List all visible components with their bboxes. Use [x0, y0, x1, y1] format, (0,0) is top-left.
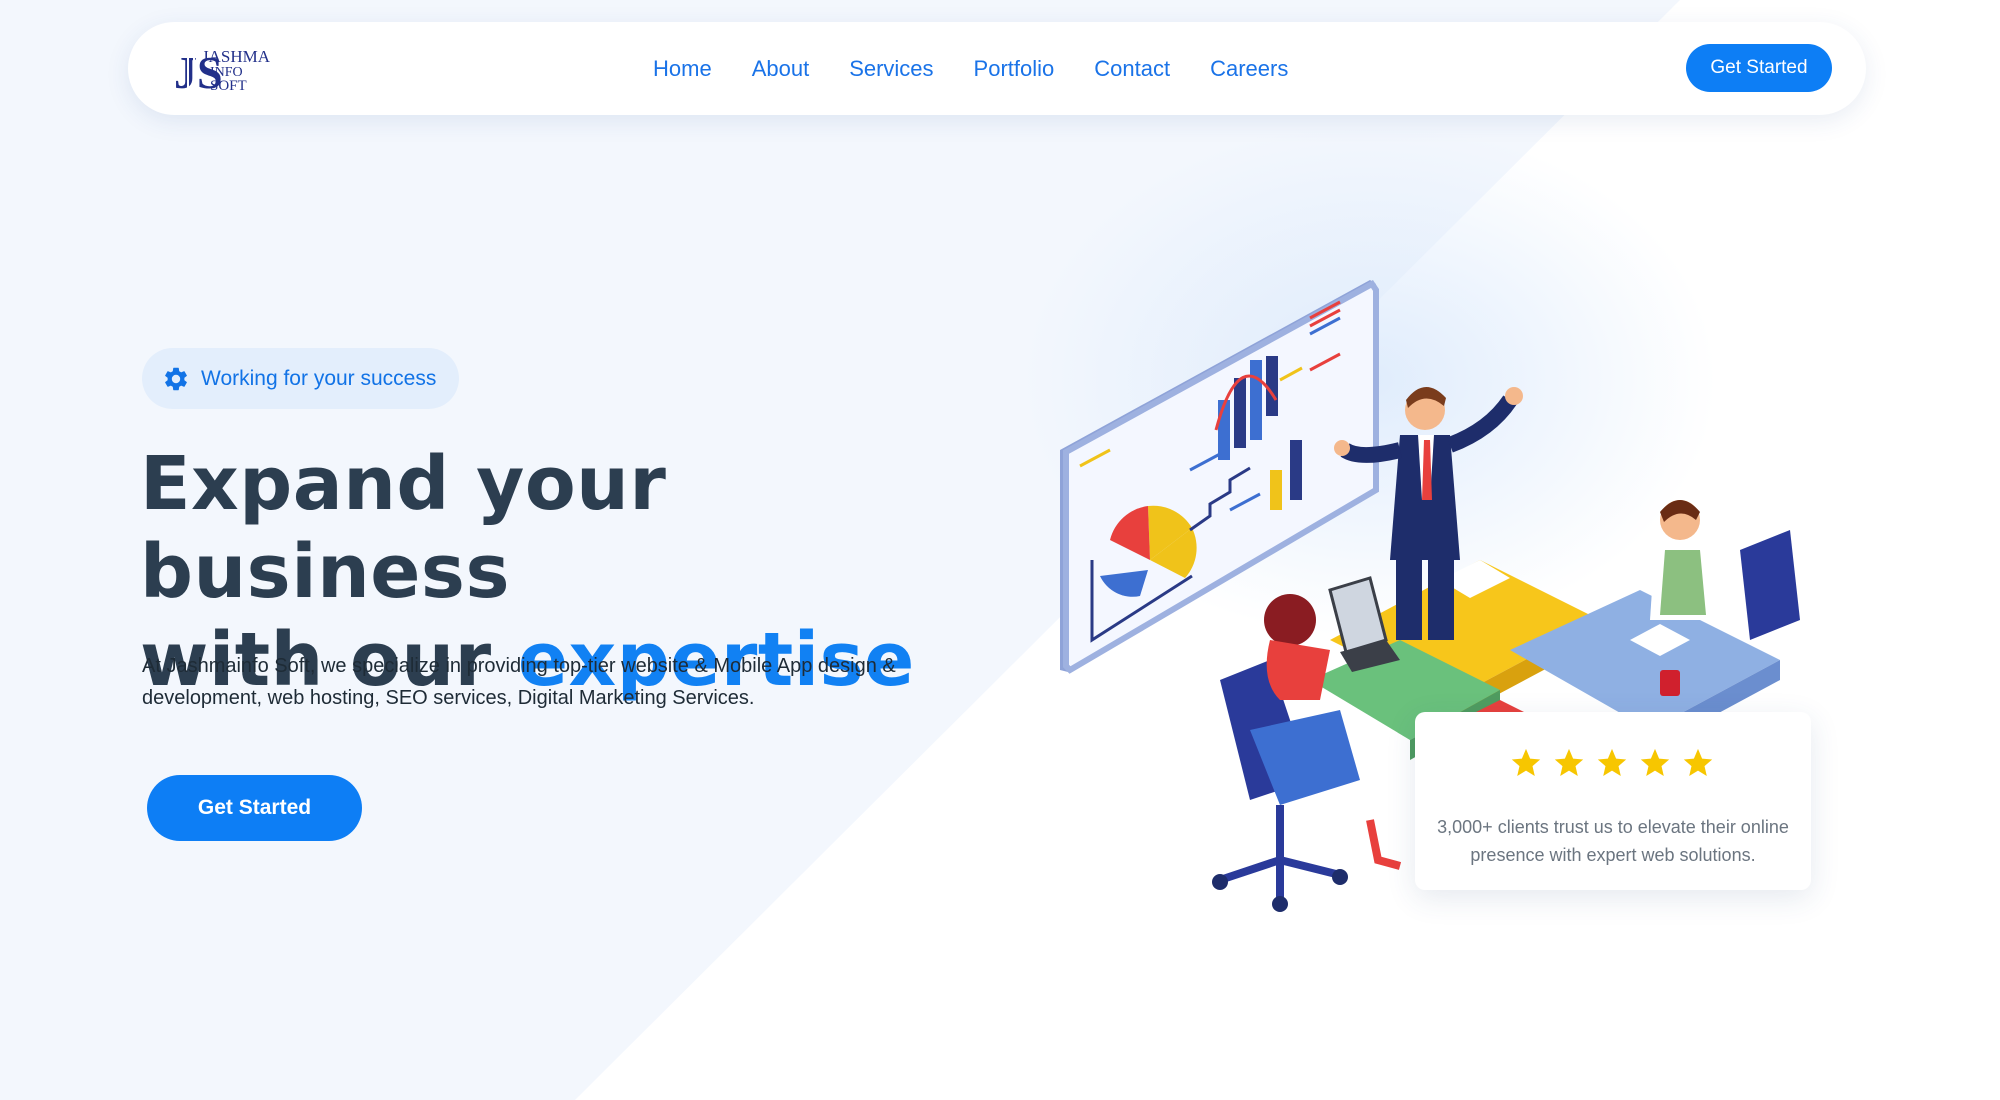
nav-link-about[interactable]: About: [752, 22, 810, 115]
rating-stars: [1509, 746, 1715, 780]
hero-get-started-button[interactable]: Get Started: [147, 775, 362, 841]
headline-line1: Expand your business: [140, 441, 667, 615]
star-icon: [1597, 748, 1627, 777]
logo-text-soft: SOFT: [210, 78, 247, 94]
hero-badge: Working for your success: [142, 348, 459, 409]
nav-link-services[interactable]: Services: [849, 22, 933, 115]
logo-text-jashma: JASHMA: [202, 47, 271, 66]
star-icon: [1554, 748, 1584, 777]
hero-intro: At Jashmainfo Soft, we specialize in pro…: [142, 655, 896, 709]
review-card: 3,000+ clients trust us to elevate their…: [1415, 712, 1811, 890]
nav-link-home[interactable]: Home: [653, 22, 712, 115]
navbar: JS JASHMA INFO SOFT Home About Services …: [128, 22, 1866, 115]
badge-text: Working for your success: [201, 366, 437, 390]
star-icon: [1511, 748, 1541, 777]
seated-man-figure: [1650, 500, 1800, 640]
nav-link-contact[interactable]: Contact: [1094, 22, 1170, 115]
presentation-board: [1060, 280, 1379, 674]
nav-get-started-button[interactable]: Get Started: [1686, 44, 1832, 92]
star-icon: [1640, 748, 1670, 777]
gear-icon: [165, 367, 187, 390]
review-text: 3,000+ clients trust us to elevate their…: [1437, 817, 1789, 865]
star-icon: [1683, 748, 1713, 777]
logo[interactable]: JS JASHMA INFO SOFT: [172, 44, 282, 98]
seated-woman-figure: [1212, 576, 1402, 912]
nav-link-careers[interactable]: Careers: [1210, 22, 1288, 115]
nav-link-portfolio[interactable]: Portfolio: [974, 22, 1055, 115]
primary-nav: Home About Services Portfolio Contact Ca…: [653, 22, 1328, 115]
